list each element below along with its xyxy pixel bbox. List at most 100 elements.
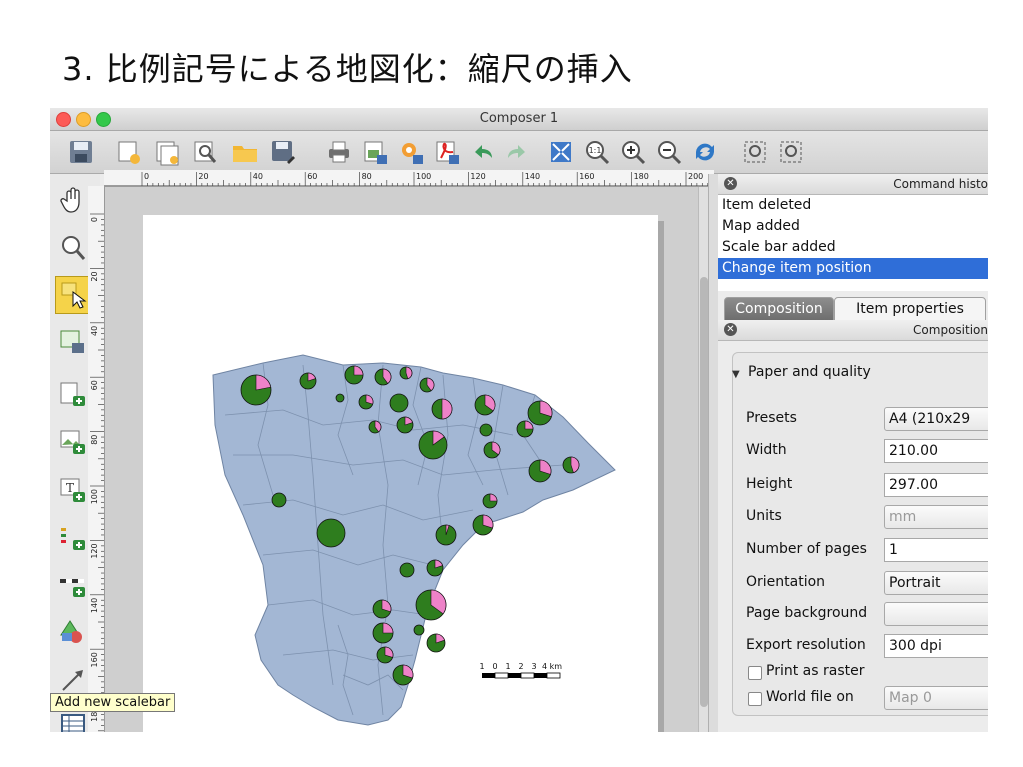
- add-label-icon[interactable]: T: [55, 472, 91, 508]
- ruler-label: 140: [90, 598, 99, 613]
- scrollbar-thumb[interactable]: [700, 277, 708, 707]
- export-resolution-field[interactable]: 300 dpi: [884, 634, 988, 658]
- presets-select[interactable]: A4 (210x29: [884, 407, 988, 431]
- select-icon[interactable]: [740, 137, 770, 167]
- height-field[interactable]: 297.00: [884, 473, 988, 497]
- print-as-raster-checkbox[interactable]: [748, 666, 762, 680]
- paper-page[interactable]: 1 0 1 2 3 4 km: [143, 215, 658, 732]
- page-background-label: Page background: [746, 605, 868, 621]
- ruler-label: 160: [90, 652, 99, 667]
- scalebar-item[interactable]: 1 0 1 2 3 4 km: [479, 662, 562, 679]
- main-toolbar: 1:1: [50, 131, 988, 174]
- orientation-select[interactable]: Portrait: [884, 571, 988, 595]
- ruler-label: 60: [307, 172, 317, 181]
- history-item[interactable]: Item deleted: [718, 195, 988, 216]
- ruler-label: 80: [90, 435, 99, 445]
- duplicate-composer-icon[interactable]: [152, 137, 182, 167]
- ruler-label: 0: [144, 172, 149, 181]
- ruler-label: 100: [90, 489, 99, 504]
- title-bar: Composer 1: [50, 108, 988, 131]
- height-label: Height: [746, 476, 793, 492]
- pan-icon[interactable]: [55, 182, 91, 218]
- history-item[interactable]: Scale bar added: [718, 237, 988, 258]
- ruler-label: 120: [470, 172, 485, 181]
- pie-symbol: [399, 562, 415, 578]
- slide-title: 3. 比例記号による地図化：縮尺の挿入: [62, 50, 633, 88]
- tab-composition[interactable]: Composition: [724, 297, 834, 321]
- undo-icon[interactable]: [468, 137, 498, 167]
- panel-tabs: Composition Item properties: [718, 292, 988, 321]
- units-select[interactable]: mm: [884, 505, 988, 529]
- vertical-ruler: 020406080100120140160180200: [88, 186, 105, 732]
- ruler-label: 40: [90, 326, 99, 336]
- world-file-checkbox[interactable]: [748, 692, 762, 706]
- export-image-icon[interactable]: [360, 137, 390, 167]
- world-file-label: World file on: [766, 689, 854, 705]
- export-pdf-icon[interactable]: [432, 137, 462, 167]
- command-history-list[interactable]: Item deleted Map added Scale bar added C…: [718, 195, 988, 291]
- command-history-header: ✕ Command histo: [718, 174, 988, 195]
- move-content-icon[interactable]: [55, 324, 91, 360]
- presets-label: Presets: [746, 410, 797, 426]
- history-item-selected[interactable]: Change item position: [718, 258, 988, 279]
- zoom-icon[interactable]: [55, 230, 91, 266]
- zoom-out-icon[interactable]: [654, 137, 684, 167]
- page-background-button[interactable]: [884, 602, 988, 626]
- ruler-label: 120: [90, 543, 99, 558]
- pie-symbol: [335, 393, 345, 403]
- ruler-label: 180: [634, 172, 649, 181]
- add-legend-icon[interactable]: [55, 520, 91, 556]
- add-image-icon[interactable]: [55, 424, 91, 460]
- pie-symbol: [479, 423, 493, 437]
- window-title: Composer 1: [479, 111, 559, 126]
- save-icon[interactable]: [66, 137, 96, 167]
- width-field[interactable]: 210.00: [884, 439, 988, 463]
- pie-symbol: [413, 624, 425, 636]
- pie-symbol: [389, 393, 409, 413]
- pages-field[interactable]: 1: [884, 538, 988, 562]
- scalebar-label: 0: [492, 662, 497, 671]
- add-shape-icon[interactable]: [55, 614, 91, 650]
- ruler-label: 20: [90, 271, 99, 281]
- ruler-label: 80: [362, 172, 372, 181]
- export-resolution-label: Export resolution: [746, 637, 866, 653]
- orientation-label: Orientation: [746, 574, 826, 590]
- add-map-icon[interactable]: [55, 376, 91, 412]
- print-icon[interactable]: [324, 137, 354, 167]
- composer-manager-icon[interactable]: [190, 137, 220, 167]
- ruler-label: 0: [90, 217, 99, 222]
- units-label: Units: [746, 508, 782, 524]
- print-as-raster-label: Print as raster: [766, 663, 865, 679]
- pages-label: Number of pages: [746, 541, 867, 557]
- add-scalebar-icon[interactable]: [55, 568, 91, 604]
- paper-quality-title: Paper and quality: [748, 364, 871, 380]
- command-history-title: Command histo: [893, 177, 988, 191]
- pie-symbol: [316, 518, 346, 548]
- ruler-label: 40: [253, 172, 263, 181]
- open-folder-icon[interactable]: [230, 137, 260, 167]
- composer-canvas[interactable]: 1 0 1 2 3 4 km: [105, 187, 705, 732]
- zoom-full-icon[interactable]: [546, 137, 576, 167]
- redo-icon[interactable]: [502, 137, 532, 167]
- tooltip: Add new scalebar: [50, 693, 176, 712]
- ruler-label: 60: [90, 380, 99, 390]
- zoom-actual-icon[interactable]: 1:1: [582, 137, 612, 167]
- zoom-in-icon[interactable]: [618, 137, 648, 167]
- composition-title: Composition: [913, 323, 988, 337]
- collapse-triangle-icon[interactable]: ▼: [732, 369, 740, 380]
- select-next-icon[interactable]: [776, 137, 806, 167]
- svg-text:T: T: [66, 481, 74, 495]
- width-label: Width: [746, 442, 787, 458]
- save-template-icon[interactable]: [268, 137, 298, 167]
- history-item[interactable]: Map added: [718, 216, 988, 237]
- export-svg-icon[interactable]: [396, 137, 426, 167]
- refresh-icon[interactable]: [690, 137, 720, 167]
- right-panel: ✕ Command histo Item deleted Map added S…: [718, 174, 988, 732]
- svg-text:1:1: 1:1: [589, 146, 602, 155]
- new-composer-icon[interactable]: [114, 137, 144, 167]
- map-item[interactable]: 1 0 1 2 3 4 km: [143, 215, 658, 732]
- composition-header: ✕ Composition: [718, 320, 988, 341]
- tab-item-properties[interactable]: Item properties: [834, 297, 986, 321]
- ruler-label: 160: [579, 172, 594, 181]
- world-file-map-select[interactable]: Map 0: [884, 686, 988, 710]
